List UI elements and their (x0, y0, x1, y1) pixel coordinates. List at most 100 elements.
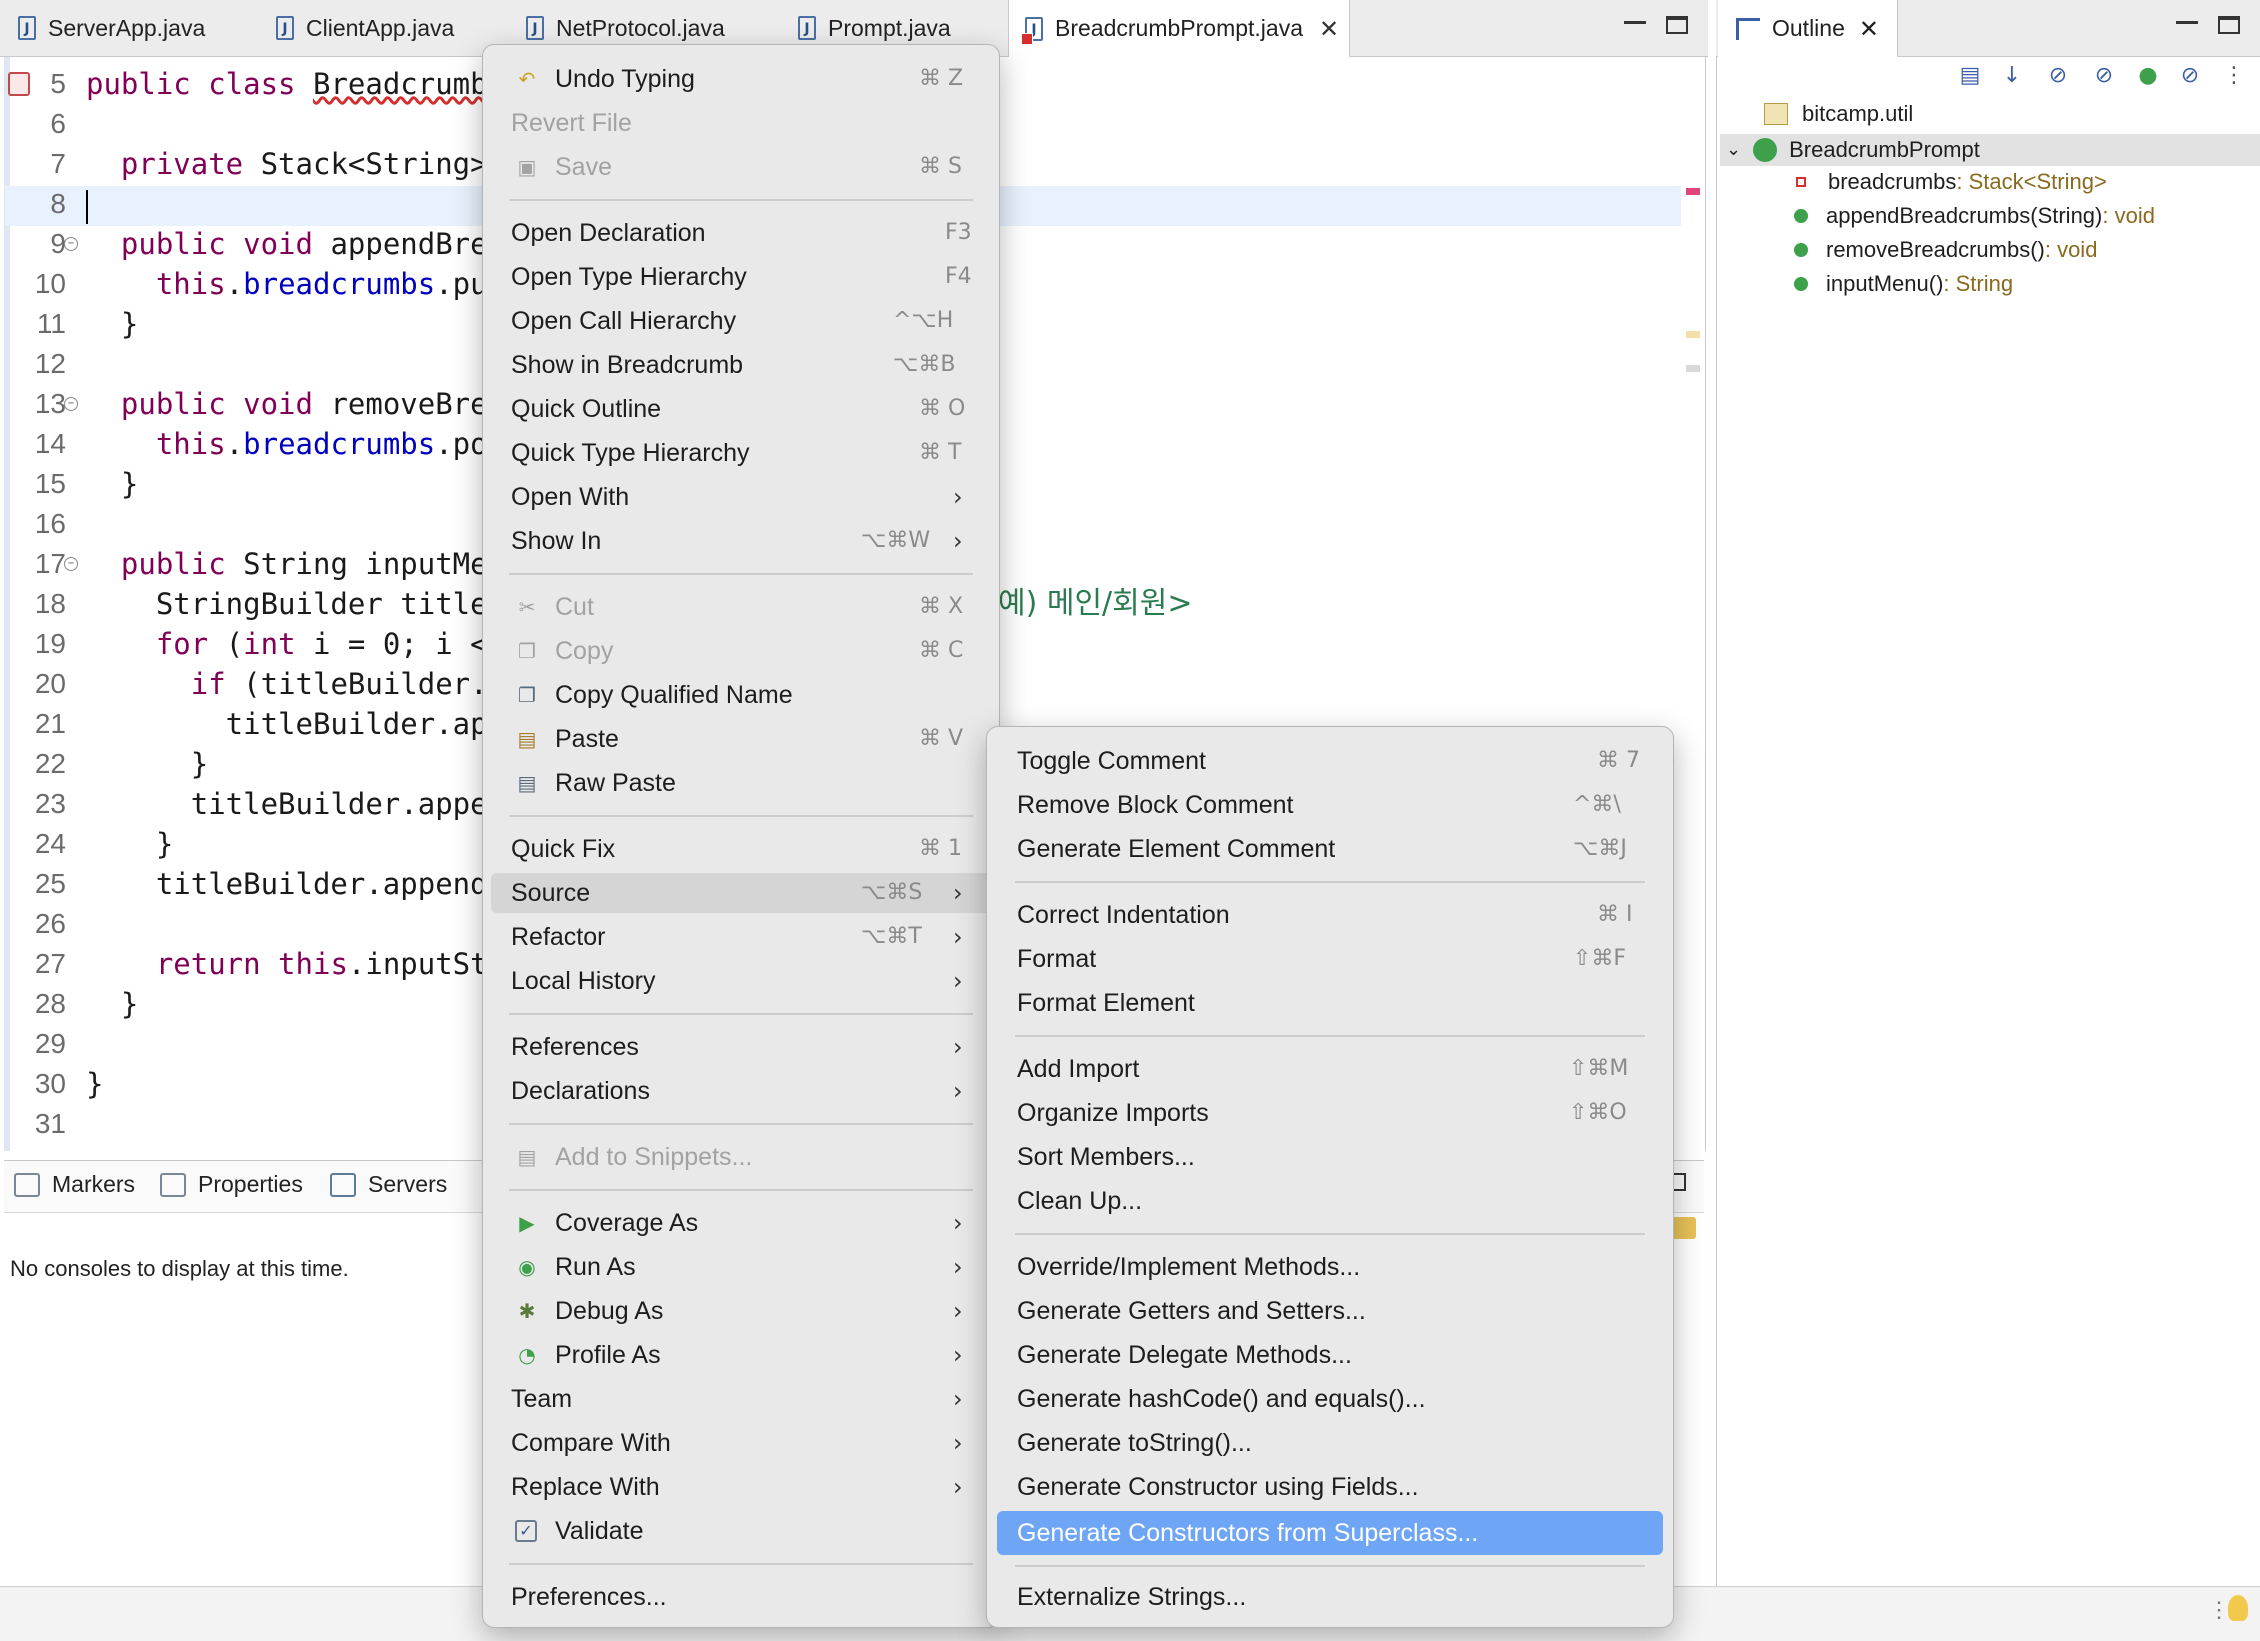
outline-member[interactable]: appendBreadcrumbs(String) : void (1794, 200, 2155, 232)
menu-item-organize-imports[interactable]: Organize Imports ⇧⌘O (987, 1093, 1673, 1133)
tab-outline[interactable]: Outline ✕ (1718, 0, 1898, 57)
menu-item-show-in-breadcrumb[interactable]: Show in Breadcrumb ⌥⌘B (483, 345, 999, 385)
menu-item-format-element[interactable]: Format Element (987, 983, 1673, 1023)
menu-item-replace-with[interactable]: Replace With › (483, 1467, 999, 1507)
menu-item-correct-indentation[interactable]: Correct Indentation ⌘ I (987, 895, 1673, 935)
menu-item-references[interactable]: References › (483, 1027, 999, 1067)
maximize-icon[interactable] (2218, 16, 2240, 34)
menu-item-override-implement-methods[interactable]: Override/Implement Methods... (987, 1247, 1673, 1287)
menu-item-raw-paste[interactable]: ▤ Raw Paste (483, 763, 999, 803)
fold-toggle-icon[interactable]: − (64, 557, 78, 571)
menu-item-declarations[interactable]: Declarations › (483, 1071, 999, 1111)
menu-item-open-with[interactable]: Open With › (483, 477, 999, 517)
close-icon[interactable]: ✕ (1859, 15, 1879, 43)
code-text: private Stack<String> b (120, 147, 523, 181)
menu-item-generate-hashcode-equals[interactable]: Generate hashCode() and equals()... (987, 1379, 1673, 1419)
menu-item-quick-fix[interactable]: Quick Fix ⌘ 1 (483, 829, 999, 869)
sort-icon[interactable]: ↓ (1998, 62, 2026, 90)
java-file-icon: J (276, 16, 294, 40)
outline-class[interactable]: ⌄ BreadcrumbPrompt (1726, 134, 1980, 166)
minimize-icon[interactable] (2176, 14, 2198, 24)
java-file-icon: J (798, 16, 816, 40)
menu-item-generate-constructors-from-superclass[interactable]: Generate Constructors from Superclass... (997, 1511, 1663, 1555)
code-text: titleBuilder.appe (86, 707, 523, 741)
public-method-icon (1794, 277, 1808, 291)
tab-serverapp[interactable]: J ServerApp.java (18, 0, 205, 56)
menu-item-toggle-comment[interactable]: Toggle Comment ⌘ 7 (987, 741, 1673, 781)
code-text: this.breadcrumbs.push (155, 267, 523, 301)
menu-item-paste[interactable]: ▤ Paste ⌘ V (483, 719, 999, 759)
collapse-all-icon[interactable]: ▤ (1956, 62, 1984, 90)
java-file-icon: J (18, 16, 36, 40)
code-text: public void removeBread (120, 387, 523, 421)
menu-item-show-in[interactable]: Show In ⌥⌘W › (483, 521, 999, 561)
hide-static-icon[interactable]: ⊘ (2090, 62, 2118, 90)
menu-item-copy-qualified-name[interactable]: ❐ Copy Qualified Name (483, 675, 999, 715)
line-number: 24 (34, 828, 66, 859)
menu-item-quick-type-hierarchy[interactable]: Quick Type Hierarchy ⌘ T (483, 433, 999, 473)
menu-item-generate-delegate-methods[interactable]: Generate Delegate Methods... (987, 1335, 1673, 1375)
outline-member[interactable]: inputMenu() : String (1794, 268, 2013, 300)
hide-local-types-icon[interactable]: ⊘ (2176, 62, 2204, 90)
member-type: : Stack<String> (1956, 169, 2107, 194)
maximize-icon[interactable] (1666, 16, 1688, 34)
tab-markers[interactable]: Markers (14, 1171, 135, 1198)
menu-item-cut[interactable]: ✂ Cut ⌘ X (483, 587, 999, 627)
menu-item-quick-outline[interactable]: Quick Outline ⌘ O (483, 389, 999, 429)
menu-item-open-declaration[interactable]: Open Declaration F3 (483, 213, 999, 253)
menu-item-refactor[interactable]: Refactor ⌥⌘T › (483, 917, 999, 957)
menu-item-generate-getters-setters[interactable]: Generate Getters and Setters... (987, 1291, 1673, 1331)
fold-toggle-icon[interactable]: − (64, 397, 78, 411)
hide-fields-icon[interactable]: ⊘ (2044, 62, 2072, 90)
menu-item-team[interactable]: Team › (483, 1379, 999, 1419)
line-number: 8 (50, 188, 66, 219)
menu-item-compare-with[interactable]: Compare With › (483, 1423, 999, 1463)
code-text: } (86, 987, 139, 1021)
menu-item-debug-as[interactable]: ✱ Debug As › (483, 1291, 999, 1331)
menu-item-generate-tostring[interactable]: Generate toString()... (987, 1423, 1673, 1463)
minimize-icon[interactable] (1624, 14, 1646, 24)
menu-item-generate-constructor-using-fields[interactable]: Generate Constructor using Fields... (987, 1467, 1673, 1507)
chevron-down-icon[interactable]: ⌄ (1726, 134, 1741, 166)
chevron-right-icon: › (953, 527, 963, 555)
menu-item-coverage-as[interactable]: ▶ Coverage As › (483, 1203, 999, 1243)
menu-item-add-import[interactable]: Add Import ⇧⌘M (987, 1049, 1673, 1089)
tab-properties[interactable]: Properties (160, 1171, 303, 1198)
code-text: this.breadcrumbs.pop( (155, 427, 523, 461)
menu-item-source[interactable]: Source ⌥⌘S › (491, 873, 991, 913)
menu-item-undo-typing[interactable]: ↶ Undo Typing ⌘ Z (483, 59, 999, 99)
line-number: 30 (34, 1068, 66, 1099)
outline-member[interactable]: breadcrumbs : Stack<String> (1796, 166, 2107, 198)
menu-separator (509, 1189, 973, 1191)
tab-clientapp[interactable]: J ClientApp.java (276, 0, 454, 56)
menu-item-format[interactable]: Format ⇧⌘F (987, 939, 1673, 979)
menu-item-save[interactable]: ▣ Save ⌘ S (483, 147, 999, 187)
coverage-icon: ▶ (519, 1211, 535, 1235)
menu-item-validate[interactable]: ✓ Validate (483, 1511, 999, 1551)
tab-servers[interactable]: Servers (330, 1171, 447, 1198)
menu-item-revert-file[interactable]: Revert File (483, 103, 999, 143)
view-menu-icon[interactable]: ⋮ (2220, 62, 2248, 90)
menu-item-profile-as[interactable]: ◔ Profile As › (483, 1335, 999, 1375)
chevron-right-icon: › (953, 483, 963, 511)
menu-item-copy[interactable]: ❐ Copy ⌘ C (483, 631, 999, 671)
tab-breadcrumbprompt[interactable]: J BreadcrumbPrompt.java ✕ (1008, 0, 1351, 57)
menu-item-open-type-hierarchy[interactable]: Open Type Hierarchy F4 (483, 257, 999, 297)
outline-package[interactable]: bitcamp.util (1764, 98, 1913, 130)
menu-item-add-to-snippets[interactable]: ▤ Add to Snippets... (483, 1137, 999, 1177)
menu-item-remove-block-comment[interactable]: Remove Block Comment ^⌘\ (987, 785, 1673, 825)
comment-fragment: 예) 메인/회원> (998, 586, 1193, 621)
menu-item-local-history[interactable]: Local History › (483, 961, 999, 1001)
fold-toggle-icon[interactable]: − (64, 237, 78, 251)
menu-item-externalize-strings[interactable]: Externalize Strings... (987, 1577, 1673, 1617)
hide-non-public-icon[interactable]: ● (2134, 62, 2162, 90)
outline-member[interactable]: removeBreadcrumbs() : void (1794, 234, 2097, 266)
menu-item-run-as[interactable]: ◉ Run As › (483, 1247, 999, 1287)
menu-item-clean-up[interactable]: Clean Up... (987, 1181, 1673, 1221)
close-icon[interactable]: ✕ (1319, 15, 1339, 43)
menu-item-sort-members[interactable]: Sort Members... (987, 1137, 1673, 1177)
lightbulb-icon[interactable] (2228, 1595, 2248, 1621)
menu-item-open-call-hierarchy[interactable]: Open Call Hierarchy ^⌥H (483, 301, 999, 341)
menu-item-preferences[interactable]: Preferences... (483, 1577, 999, 1617)
menu-item-generate-element-comment[interactable]: Generate Element Comment ⌥⌘J (987, 829, 1673, 869)
